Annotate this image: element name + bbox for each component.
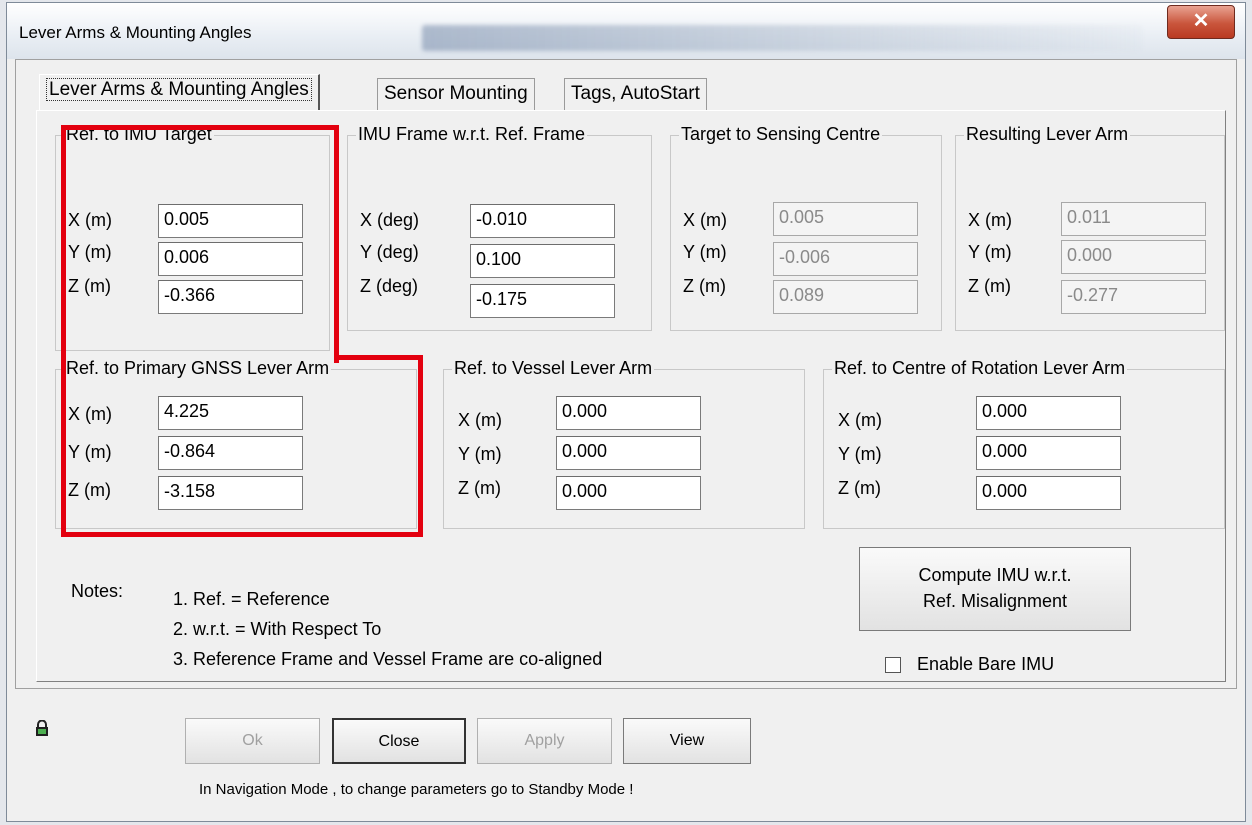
status-message: In Navigation Mode , to change parameter… — [199, 781, 634, 798]
group-title: Ref. to Vessel Lever Arm — [452, 358, 655, 379]
view-button[interactable]: View — [623, 718, 751, 764]
tab-label: Sensor Mounting — [384, 83, 528, 104]
resulting-z-input: -0.277 — [1061, 280, 1206, 314]
rotation-z-input[interactable]: 0.000 — [976, 476, 1121, 510]
window-title: Lever Arms & Mounting Angles — [19, 23, 252, 42]
group-title: Resulting Lever Arm — [964, 124, 1131, 145]
group-title: Ref. to Centre of Rotation Lever Arm — [832, 358, 1128, 379]
label-y: Y (m) — [838, 444, 882, 464]
group-primary-gnss: Ref. to Primary GNSS Lever Arm X (m) Y (… — [55, 358, 417, 529]
label-x: X (deg) — [360, 210, 420, 230]
vessel-x-input[interactable]: 0.000 — [556, 396, 701, 430]
label-x: X (m) — [683, 210, 727, 230]
label-x: X (m) — [968, 210, 1012, 230]
note-item: 1. Ref. = Reference — [173, 589, 330, 609]
tab-lever-arms[interactable]: Lever Arms & Mounting Angles — [39, 74, 320, 111]
tab-label: Tags, AutoStart — [571, 83, 700, 104]
sensing-x-input: 0.005 — [773, 202, 918, 236]
imu-target-z-input[interactable]: -0.366 — [158, 280, 303, 314]
label-x: X (m) — [458, 410, 502, 430]
label-y: Y (m) — [68, 242, 112, 262]
label-y: Y (deg) — [360, 242, 419, 262]
label-x: X (m) — [68, 404, 112, 424]
group-resulting-lever: Resulting Lever Arm X (m) Y (m) Z (m) 0.… — [955, 124, 1225, 331]
label-z: Z (m) — [838, 478, 881, 498]
title-bar: Lever Arms & Mounting Angles ✕ — [7, 3, 1245, 59]
rotation-x-input[interactable]: 0.000 — [976, 396, 1121, 430]
label-z: Z (m) — [683, 276, 726, 296]
gnss-z-input[interactable]: -3.158 — [158, 476, 303, 510]
group-ref-imu-target: Ref. to IMU Target X (m) Y (m) Z (m) 0.0… — [55, 124, 330, 351]
notes-heading: Notes: — [71, 581, 124, 601]
resulting-y-input: 0.000 — [1061, 240, 1206, 274]
gnss-x-input[interactable]: 4.225 — [158, 396, 303, 430]
tab-tags-autostart[interactable]: Tags, AutoStart — [564, 78, 707, 110]
group-title: IMU Frame w.r.t. Ref. Frame — [356, 124, 588, 145]
resulting-x-input: 0.011 — [1061, 202, 1206, 236]
ok-button[interactable]: Ok — [185, 718, 320, 764]
lock-icon — [36, 720, 48, 736]
label-x: X (m) — [838, 410, 882, 430]
label-x: X (m) — [68, 210, 112, 230]
label-z: Z (m) — [968, 276, 1011, 296]
group-title: Ref. to Primary GNSS Lever Arm — [64, 358, 332, 379]
group-imu-frame: IMU Frame w.r.t. Ref. Frame X (deg) Y (d… — [347, 124, 652, 331]
imu-target-y-input[interactable]: 0.006 — [158, 242, 303, 276]
imu-frame-z-input[interactable]: -0.175 — [470, 284, 615, 318]
gnss-y-input[interactable]: -0.864 — [158, 436, 303, 470]
close-button[interactable]: Close — [332, 718, 466, 764]
dialog-window: Lever Arms & Mounting Angles ✕ Lever Arm… — [6, 2, 1246, 822]
label-z: Z (m) — [68, 480, 111, 500]
highlight-step — [334, 355, 423, 360]
enable-bare-imu-label: Enable Bare IMU — [917, 654, 1055, 674]
sensing-y-input: -0.006 — [773, 242, 918, 276]
group-target-sensing: Target to Sensing Centre X (m) Y (m) Z (… — [670, 124, 942, 331]
compute-line2: Ref. Misalignment — [922, 591, 1068, 611]
close-icon[interactable]: ✕ — [1167, 5, 1235, 39]
label-y: Y (m) — [68, 442, 112, 462]
compute-line1: Compute IMU w.r.t. — [918, 565, 1072, 585]
group-title: Target to Sensing Centre — [679, 124, 883, 145]
vessel-y-input[interactable]: 0.000 — [556, 436, 701, 470]
note-item: 2. w.r.t. = With Respect To — [173, 619, 382, 639]
vessel-z-input[interactable]: 0.000 — [556, 476, 701, 510]
tab-label: Lever Arms & Mounting Angles — [46, 78, 312, 101]
label-z: Z (m) — [458, 478, 501, 498]
background-window-blur — [422, 25, 1142, 51]
imu-frame-y-input[interactable]: 0.100 — [470, 244, 615, 278]
label-y: Y (m) — [458, 444, 502, 464]
sensing-z-input: 0.089 — [773, 280, 918, 314]
enable-bare-imu-checkbox[interactable] — [885, 657, 901, 673]
group-title: Ref. to IMU Target — [64, 124, 214, 145]
imu-target-x-input[interactable]: 0.005 — [158, 204, 303, 238]
rotation-y-input[interactable]: 0.000 — [976, 436, 1121, 470]
group-vessel-lever: Ref. to Vessel Lever Arm X (m) Y (m) Z (… — [443, 358, 805, 529]
tab-control: Lever Arms & Mounting Angles Sensor Moun… — [15, 59, 1237, 689]
imu-frame-x-input[interactable]: -0.010 — [470, 204, 615, 238]
label-y: Y (m) — [968, 242, 1012, 262]
label-z: Z (deg) — [360, 276, 419, 296]
tab-page-lever-arms: Ref. to IMU Target X (m) Y (m) Z (m) 0.0… — [36, 110, 1226, 682]
apply-button[interactable]: Apply — [477, 718, 612, 764]
group-centre-rotation: Ref. to Centre of Rotation Lever Arm X (… — [823, 358, 1225, 529]
label-z: Z (m) — [68, 276, 111, 296]
compute-misalignment-button[interactable]: Compute IMU w.r.t. Ref. Misalignment — [859, 547, 1131, 631]
note-item: 3. Reference Frame and Vessel Frame are … — [173, 649, 603, 669]
tab-sensor-mounting[interactable]: Sensor Mounting — [377, 78, 535, 110]
label-y: Y (m) — [683, 242, 727, 262]
